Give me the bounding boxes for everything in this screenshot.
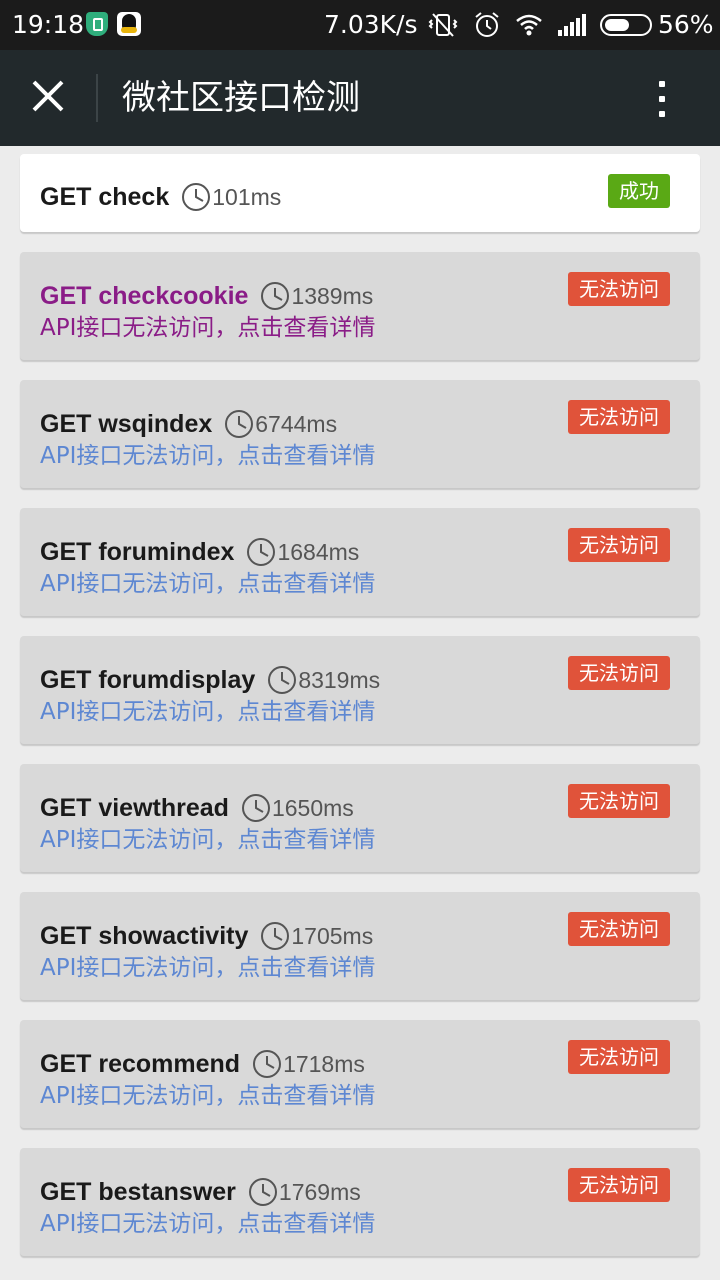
check-item[interactable]: GET forumindex 1684ms API接口无法访问，点击查看详情 无法访问 — [20, 508, 700, 616]
status-badge: 无法访问 — [568, 272, 670, 306]
check-header: GET wsqindex 6744ms — [40, 408, 337, 440]
duration-label: 6744ms — [255, 410, 338, 437]
header-divider — [96, 74, 98, 122]
api-name: GET bestanswer — [40, 1177, 236, 1206]
clock-icon — [241, 794, 270, 822]
duration-label: 1684ms — [277, 538, 360, 565]
network-speed: 7.03K/s — [324, 10, 418, 39]
duration-label: 1650ms — [271, 794, 354, 821]
check-item[interactable]: GET checkcookie 1389ms API接口无法访问，点击查看详情 无法访… — [20, 252, 700, 360]
api-name: GET viewthread — [40, 793, 229, 822]
check-header: GET showactivity 1705ms — [40, 920, 373, 952]
battery-icon — [600, 14, 652, 36]
wifi-icon — [516, 14, 542, 36]
battery-percent: 56% — [658, 10, 714, 39]
check-header: GET viewthread 1650ms — [40, 792, 354, 824]
duration-label: 1705ms — [291, 922, 374, 949]
shield-icon — [86, 12, 108, 36]
api-name: GET wsqindex — [40, 409, 213, 438]
duration-label: 1718ms — [283, 1050, 365, 1077]
check-item[interactable]: GET wsqindex 6744ms API接口无法访问，点击查看详情 无法访问 — [20, 380, 700, 488]
api-name: GET checkcookie — [40, 281, 249, 310]
check-header: GET check 101ms — [40, 181, 281, 213]
check-header: GET bestanswer 1769ms — [40, 1176, 361, 1208]
details-link[interactable]: API接口无法访问，点击查看详情 — [40, 1208, 375, 1240]
clock-icon — [253, 1050, 282, 1078]
details-link[interactable]: API接口无法访问，点击查看详情 — [40, 312, 375, 344]
api-name: GET showactivity — [40, 921, 249, 950]
details-link[interactable]: API接口无法访问，点击查看详情 — [40, 696, 375, 728]
check-header: GET forumdisplay 8319ms — [40, 664, 380, 696]
api-name: GET forumdisplay — [40, 665, 256, 694]
clock-icon — [261, 922, 290, 950]
status-badge: 无法访问 — [568, 656, 670, 690]
check-item[interactable]: GET recommend 1718ms API接口无法访问，点击查看详情 无法访问 — [20, 1020, 700, 1128]
status-badge: 无法访问 — [568, 1040, 670, 1074]
battery-level — [605, 19, 629, 31]
clock-icon — [247, 538, 276, 566]
details-link[interactable]: API接口无法访问，点击查看详情 — [40, 952, 375, 984]
page-title: 微社区接口检测 — [122, 78, 360, 118]
check-item[interactable]: GET forumdisplay 8319ms API接口无法访问，点击查看详情 无法… — [20, 636, 700, 744]
details-link[interactable]: API接口无法访问，点击查看详情 — [40, 1080, 375, 1112]
api-name: GET recommend — [40, 1049, 241, 1078]
status-badge: 成功 — [608, 174, 670, 208]
clock-icon — [268, 666, 297, 694]
qq-icon — [117, 12, 141, 36]
check-list: GET check 101ms 成功 GET checkcookie 1389ms API… — [0, 146, 720, 1280]
status-badge: 无法访问 — [568, 528, 670, 562]
check-item[interactable]: GET viewthread 1650ms API接口无法访问，点击查看详情 无法访问 — [20, 764, 700, 872]
close-icon[interactable] — [20, 68, 80, 128]
details-link[interactable]: API接口无法访问，点击查看详情 — [40, 824, 375, 856]
check-item[interactable]: GET bestanswer 1769ms API接口无法访问，点击查看详情 无法访问 — [20, 1148, 700, 1256]
check-item[interactable]: GET check 101ms 成功 — [20, 154, 700, 232]
status-badge: 无法访问 — [568, 400, 670, 434]
details-link[interactable]: API接口无法访问，点击查看详情 — [40, 568, 375, 600]
api-name: GET check — [40, 182, 170, 211]
status-bar: 19:18 7.03K/s 56% — [0, 0, 720, 50]
clock-icon — [248, 1178, 277, 1206]
more-vertical-icon[interactable] — [640, 72, 684, 126]
alarm-icon — [475, 12, 499, 37]
duration-label: 8319ms — [298, 666, 381, 693]
status-badge: 无法访问 — [568, 1168, 670, 1202]
duration-label: 1769ms — [278, 1178, 361, 1205]
clock-icon — [182, 183, 211, 211]
check-header: GET forumindex 1684ms — [40, 536, 359, 568]
status-badge: 无法访问 — [568, 784, 670, 818]
duration-label: 1389ms — [291, 282, 374, 309]
details-link[interactable]: API接口无法访问，点击查看详情 — [40, 440, 375, 472]
api-name: GET forumindex — [40, 537, 235, 566]
clock-icon — [225, 410, 254, 438]
check-item[interactable]: GET showactivity 1705ms API接口无法访问，点击查看详情 无法… — [20, 892, 700, 1000]
vibrate-off-icon — [428, 13, 458, 37]
check-header: GET recommend 1718ms — [40, 1048, 365, 1080]
clock-icon — [261, 282, 290, 310]
duration-label: 101ms — [212, 183, 282, 210]
status-time: 19:18 — [12, 10, 85, 39]
signal-icon — [558, 14, 586, 36]
check-header: GET checkcookie 1389ms — [40, 280, 373, 312]
app-header: 微社区接口检测 — [0, 50, 720, 146]
status-badge: 无法访问 — [568, 912, 670, 946]
